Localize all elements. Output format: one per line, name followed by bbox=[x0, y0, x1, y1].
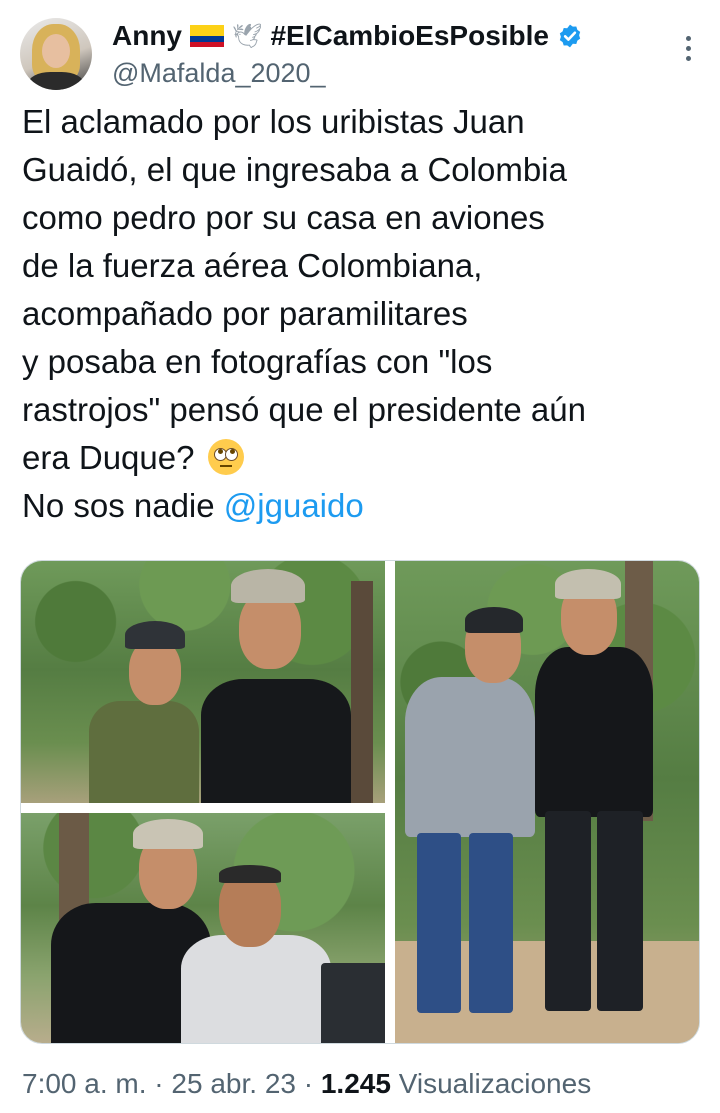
tweet-photo-2[interactable] bbox=[21, 813, 385, 1043]
verified-badge-icon bbox=[559, 24, 581, 48]
meta-separator: · bbox=[154, 1068, 164, 1099]
tweet-text-line: de la fuerza aérea Colombiana, bbox=[22, 247, 483, 284]
tweet-text-line: acompañado por paramilitares bbox=[22, 295, 468, 332]
dove-icon: 🕊 bbox=[232, 22, 263, 50]
tweet-header: Anny 🕊 #ElCambioEsPosible @Mafalda_2020_ bbox=[20, 16, 700, 92]
author-name-row[interactable]: Anny 🕊 #ElCambioEsPosible bbox=[112, 18, 583, 54]
tweet-text-line: Guaidó, el que ingresaba a Colombia bbox=[22, 151, 567, 188]
colombia-flag-icon bbox=[190, 25, 224, 47]
mention-link[interactable]: @jguaido bbox=[224, 487, 364, 524]
media-divider bbox=[385, 561, 395, 1043]
tweet-photo-3[interactable] bbox=[395, 561, 699, 1043]
meta-separator: · bbox=[303, 1068, 314, 1099]
views-label: Visualizaciones bbox=[398, 1068, 592, 1099]
tweet-text-line: El aclamado por los uribistas Juan bbox=[22, 103, 525, 140]
tweet-text-fragment: No sos nadie bbox=[22, 487, 224, 524]
author-name[interactable]: Anny bbox=[112, 20, 182, 52]
author-handle[interactable]: @Mafalda_2020_ bbox=[112, 58, 326, 89]
tweet-text-fragment: era Duque? bbox=[22, 439, 195, 476]
author-hashtag: #ElCambioEsPosible bbox=[270, 20, 550, 51]
tweet-date[interactable]: 25 abr. 23 bbox=[171, 1068, 296, 1099]
tweet-meta: 7:00 a. m. · 25 abr. 23 · 1.245 Visualiz… bbox=[22, 1068, 591, 1100]
author-avatar[interactable] bbox=[20, 18, 92, 90]
tweet-photo-1[interactable] bbox=[21, 561, 385, 803]
tweet-media-grid bbox=[20, 560, 700, 1044]
tweet-text-line: como pedro por su casa en aviones bbox=[22, 199, 545, 236]
tweet-text-line-mention: No sos nadie @jguaido bbox=[22, 482, 692, 530]
tweet-text-line: y posaba en fotografías con "los bbox=[22, 343, 493, 380]
rolling-eyes-emoji-icon bbox=[207, 439, 244, 475]
tweet-text-line-last-question: era Duque? bbox=[22, 434, 692, 482]
tweet-time[interactable]: 7:00 a. m. bbox=[22, 1068, 147, 1099]
media-divider bbox=[21, 803, 385, 813]
tweet-text: El aclamado por los uribistas Juan Guaid… bbox=[22, 98, 692, 530]
more-options-icon[interactable] bbox=[676, 28, 700, 68]
tweet-text-line: rastrojos" pensó que el presidente aún bbox=[22, 391, 586, 428]
view-count: 1.245 bbox=[320, 1068, 391, 1099]
